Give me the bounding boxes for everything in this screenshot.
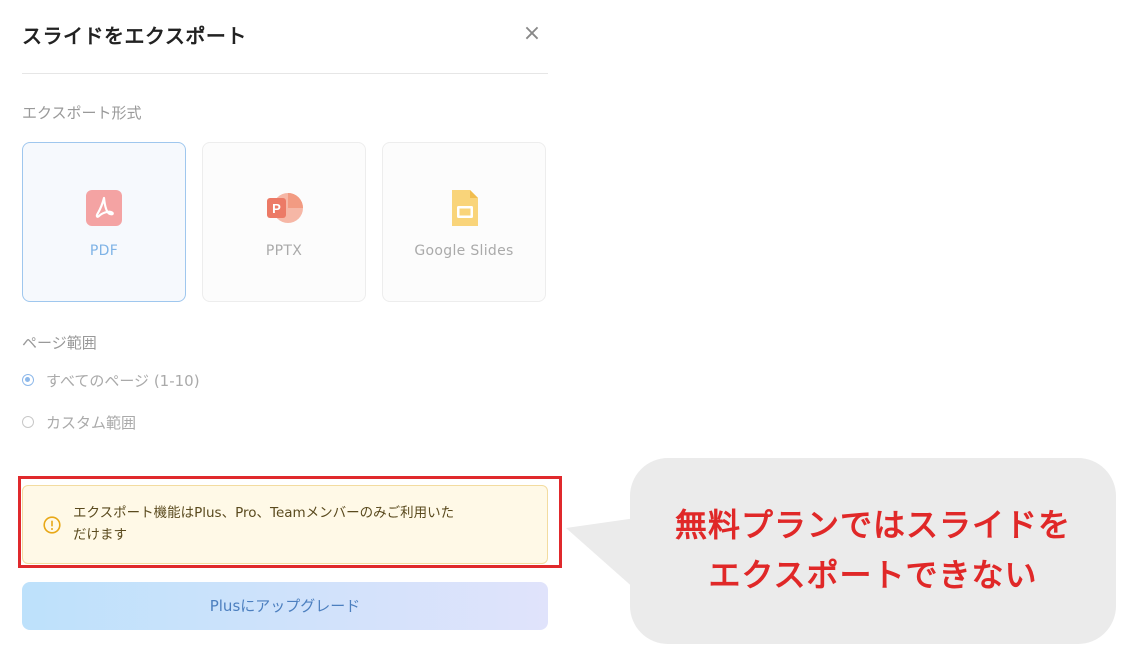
radio-all-pages[interactable]: すべてのページ (1-10) xyxy=(22,370,200,390)
pdf-icon xyxy=(83,187,125,229)
format-option-pdf[interactable]: PDF xyxy=(22,142,186,302)
radio-button[interactable] xyxy=(22,416,34,428)
page-range-label: ページ範囲 xyxy=(22,334,97,352)
export-dialog: スライドをエクスポート × エクスポート形式 PDF P PPTX Google… xyxy=(0,0,570,647)
dialog-title: スライドをエクスポート xyxy=(22,24,247,48)
format-option-google-slides[interactable]: Google Slides xyxy=(382,142,546,302)
format-option-pptx[interactable]: P PPTX xyxy=(202,142,366,302)
powerpoint-icon: P xyxy=(263,187,305,229)
callout-text-line2: エクスポートできない xyxy=(708,556,1038,594)
format-option-label: PPTX xyxy=(265,243,303,259)
format-option-label: Google Slides xyxy=(414,243,514,259)
svg-text:P: P xyxy=(272,201,281,216)
radio-button-checked[interactable] xyxy=(22,374,34,386)
upgrade-button[interactable]: Plusにアップグレード xyxy=(22,582,548,630)
callout-text: 無料プランではスライドを エクスポートできない xyxy=(630,500,1116,600)
callout-pointer xyxy=(566,518,636,590)
callout-text-line1: 無料プランではスライドを xyxy=(674,506,1071,544)
google-slides-icon xyxy=(443,187,485,229)
header-divider xyxy=(22,73,548,74)
radio-label-all-pages: すべてのページ (1-10) xyxy=(46,371,200,390)
radio-label-custom-range: カスタム範囲 xyxy=(46,413,137,432)
highlight-box xyxy=(18,476,562,568)
close-button[interactable]: × xyxy=(520,22,544,46)
export-format-label: エクスポート形式 xyxy=(22,104,142,122)
radio-custom-range[interactable]: カスタム範囲 xyxy=(22,412,136,432)
format-option-label: PDF xyxy=(89,243,119,259)
